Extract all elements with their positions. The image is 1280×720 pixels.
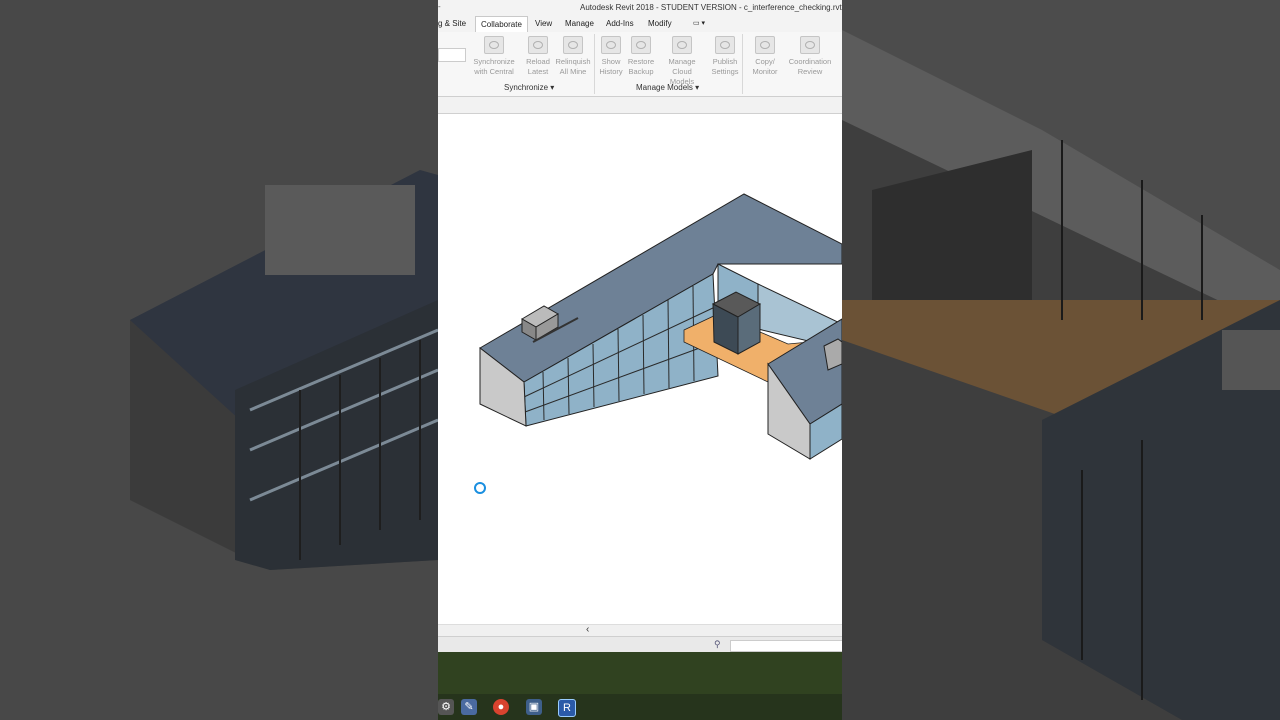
coordination-review-icon xyxy=(800,36,820,54)
background-left-blur xyxy=(0,0,438,720)
title-bar-edge: - xyxy=(438,2,441,11)
options-bar xyxy=(438,97,842,114)
restore-backup-button[interactable]: Restore Backup xyxy=(619,36,663,77)
type-selector-dropdown[interactable] xyxy=(438,48,466,62)
history-icon xyxy=(601,36,621,54)
worksharing-icon[interactable]: ⚲ xyxy=(714,639,721,650)
background-building-right xyxy=(842,30,1280,720)
tab-massing-site[interactable]: g & Site xyxy=(438,19,466,28)
publish-icon xyxy=(715,36,735,54)
revit-icon[interactable]: R xyxy=(558,699,576,717)
cloud-models-icon xyxy=(672,36,692,54)
ribbon: Synchronize with Central Reload Latest R… xyxy=(438,32,842,97)
manage-cloud-models-button[interactable]: Manage Cloud Models xyxy=(660,36,704,87)
tab-add-ins[interactable]: Add-Ins xyxy=(606,19,634,28)
copy-monitor-button[interactable]: Copy/ Monitor xyxy=(743,36,787,77)
3d-viewport[interactable] xyxy=(438,114,842,624)
save-icon[interactable]: ▣ xyxy=(526,699,542,715)
tab-manage[interactable]: Manage xyxy=(565,19,594,28)
background-building-left xyxy=(130,170,438,570)
tab-extra-dropdown[interactable]: ▭ ▾ xyxy=(693,19,705,27)
ribbon-tabs: g & Site Collaborate View Manage Add-Ins… xyxy=(438,16,842,33)
background-right-blur xyxy=(842,0,1280,720)
coordination-review-button[interactable]: Coordination Review xyxy=(788,36,832,77)
synchronize-icon xyxy=(484,36,504,54)
tab-modify[interactable]: Modify xyxy=(648,19,672,28)
building-model-3d xyxy=(479,193,842,460)
status-bar: ⚲ xyxy=(438,636,842,653)
publish-settings-button[interactable]: Publish Settings xyxy=(703,36,747,77)
tab-collaborate[interactable]: Collaborate xyxy=(475,16,528,33)
backup-icon xyxy=(631,36,651,54)
title-bar: - Autodesk Revit 2018 - STUDENT VERSION … xyxy=(438,0,842,16)
revit-window: - Autodesk Revit 2018 - STUDENT VERSION … xyxy=(438,0,842,720)
reload-icon xyxy=(528,36,548,54)
tab-view[interactable]: View xyxy=(535,19,552,28)
paint-icon[interactable]: ✎ xyxy=(461,699,477,715)
chrome-icon[interactable]: ● xyxy=(493,699,509,715)
synchronize-with-central-button[interactable]: Synchronize with Central xyxy=(472,36,516,77)
copy-monitor-icon xyxy=(755,36,775,54)
loading-cursor-icon xyxy=(474,482,486,494)
scroll-left-arrow-icon[interactable]: ‹ xyxy=(586,624,589,635)
synchronize-panel-label[interactable]: Synchronize ▾ xyxy=(504,83,554,92)
manage-models-panel-label[interactable]: Manage Models ▾ xyxy=(636,83,699,92)
taskbar: ⚙ ✎ ● ▣ R xyxy=(438,694,842,720)
relinquish-icon xyxy=(563,36,583,54)
window-title: Autodesk Revit 2018 - STUDENT VERSION - … xyxy=(580,3,842,12)
settings-icon[interactable]: ⚙ xyxy=(438,699,454,715)
status-input-field[interactable] xyxy=(730,640,842,652)
